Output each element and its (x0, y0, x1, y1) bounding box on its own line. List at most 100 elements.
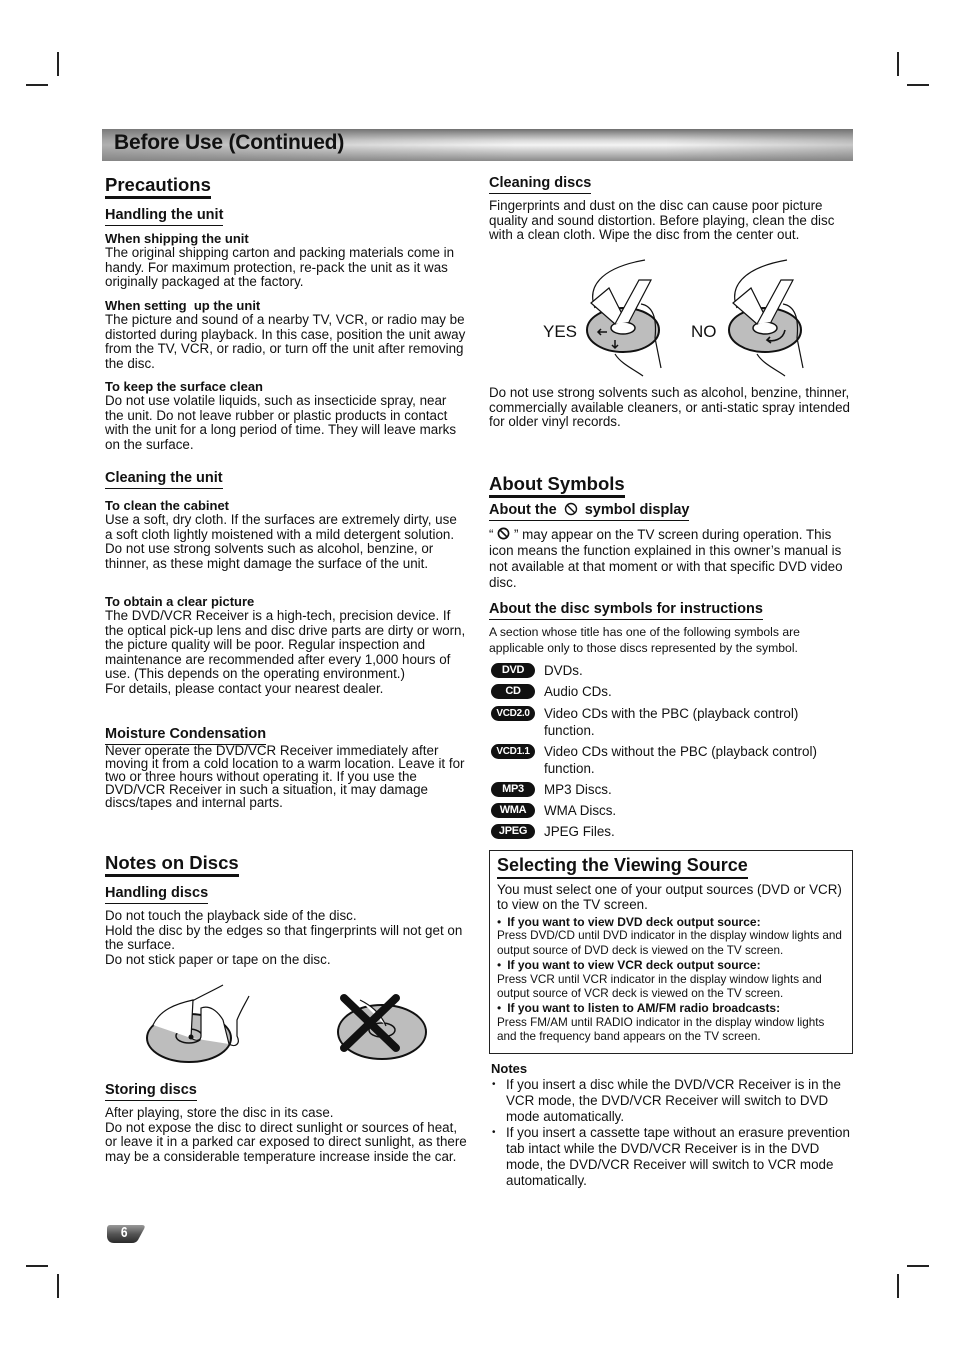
viewing-source-heading: Selecting the Viewing Source (497, 855, 748, 879)
shipping-block: When shipping the unit The original ship… (105, 231, 467, 290)
moisture-text: Never operate the DVD/VCR Receiver immed… (105, 743, 465, 810)
symbol-row-vcd11: VCD1.1 Video CDs without the PBC (playba… (491, 744, 851, 777)
no-touch-disc-icon (337, 994, 427, 1060)
cleaning-unit-heading: Cleaning the unit (105, 470, 223, 489)
handling-discs-text: Do not touch the playback side of the di… (105, 908, 467, 967)
wipe-outward-icon (586, 259, 662, 377)
precautions-heading: Precautions (105, 174, 211, 199)
cd-badge: CD (491, 684, 535, 699)
symbol-display-heading-pre: About the (489, 502, 557, 518)
note-item: If you insert a cassette tape without an… (491, 1125, 851, 1189)
radio-source-heading: If you want to listen to AM/FM radio bro… (507, 1001, 781, 1016)
storing-line: After playing, store the disc in its cas… (105, 1105, 334, 1120)
symbol-display-body: ” may appear on the TV screen during ope… (489, 527, 843, 590)
dvd-badge: DVD (491, 663, 535, 678)
vcd20-badge: VCD2.0 (491, 706, 535, 721)
disc-symbols-intro: A section whose title has one of the fol… (489, 625, 800, 655)
symbol-row-mp3: MP3 MP3 Discs. (491, 782, 612, 798)
yes-label: YES (543, 322, 578, 341)
jpeg-badge: JPEG (491, 824, 535, 839)
crop-mark (897, 1274, 899, 1298)
cabinet-heading: To clean the cabinet (105, 498, 230, 513)
symbol-desc: JPEG Files. (544, 824, 615, 839)
crop-mark (26, 1265, 48, 1267)
symbol-row-wma: WMA WMA Discs. (491, 803, 616, 819)
clear-picture-text: The DVD/VCR Receiver is a high-tech, pre… (105, 608, 466, 681)
cleaning-discs-illustration: YES NO (489, 258, 852, 378)
notes-list: If you insert a disc while the DVD/VCR R… (491, 1077, 851, 1189)
setup-text: The picture and sound of a nearby TV, VC… (105, 312, 466, 371)
crop-mark (897, 52, 899, 76)
dvd-source-heading: If you want to view DVD deck output sour… (507, 915, 761, 929)
storing-line: Do not expose the disc to direct sunligh… (105, 1119, 467, 1164)
symbol-desc: Audio CDs. (544, 684, 612, 699)
disc-handling-illustration (105, 980, 467, 1070)
symbol-row-cd: CD Audio CDs. (491, 684, 612, 700)
note-item: If you insert a disc while the DVD/VCR R… (491, 1077, 851, 1125)
wipe-circular-icon (728, 259, 804, 377)
wma-badge: WMA (491, 803, 535, 818)
section-banner: Before Use (Continued) (102, 129, 853, 161)
setup-block: When setting up the unit The picture and… (105, 298, 467, 371)
viewing-source-box: Selecting the Viewing Source You must se… (489, 850, 853, 1054)
quote-open: “ (489, 527, 494, 542)
vcd11-badge: VCD1.1 (491, 744, 535, 759)
clear-picture-block: To obtain a clear picture The DVD/VCR Re… (105, 594, 467, 696)
crop-mark (57, 1274, 59, 1298)
dvd-source-text: Press DVD/CD until DVD indicator in the … (497, 929, 842, 957)
handling-line: Do not touch the playback side of the di… (105, 908, 357, 923)
crop-mark (907, 1265, 929, 1267)
cleaning-discs-heading: Cleaning discs (489, 175, 592, 194)
storing-discs-text: After playing, store the disc in its cas… (105, 1105, 467, 1164)
prohibited-icon (564, 502, 577, 516)
page-number-badge: 6 (106, 1222, 146, 1244)
viewing-source-item: • If you want to listen to AM/FM radio br… (497, 1001, 846, 1044)
clear-picture-heading: To obtain a clear picture (105, 594, 255, 609)
symbol-display-heading-post: symbol display (584, 502, 690, 518)
shipping-heading: When shipping the unit (105, 231, 249, 246)
page-number: 6 (120, 1224, 128, 1241)
handling-unit-heading: Handling the unit (105, 207, 224, 226)
vcr-source-text: Press VCR until VCR indicator in the dis… (497, 972, 822, 1001)
crop-mark (57, 52, 59, 76)
crop-mark (26, 84, 48, 86)
notes-on-discs-heading: Notes on Discs (105, 852, 239, 877)
surface-heading: To keep the surface clean (105, 379, 263, 394)
cabinet-block: To clean the cabinet Use a soft, dry clo… (105, 498, 467, 571)
handling-line: Do not stick paper or tape on the disc. (105, 951, 331, 967)
viewing-source-item: • If you want to view VCR deck output sou… (497, 958, 846, 1001)
dealer-text: For details, please contact your nearest… (105, 680, 384, 696)
storing-discs-heading: Storing discs (105, 1082, 197, 1101)
page-title: Before Use (Continued) (114, 131, 345, 154)
symbol-desc: Video CDs with the PBC (playback control… (544, 706, 799, 738)
surface-text: Do not use volatile liquids, such as ins… (105, 393, 457, 452)
handling-discs-heading: Handling discs (105, 885, 209, 904)
symbol-row-jpeg: JPEG JPEG Files. (491, 824, 615, 840)
radio-source-text: Press FM/AM until RADIO indicator in the… (497, 1015, 825, 1044)
prohibited-icon (497, 527, 510, 540)
mp3-badge: MP3 (491, 782, 535, 797)
symbol-display-text: “ ” may appear on the TV screen during o… (489, 527, 852, 591)
vcr-source-heading: If you want to view VCR deck output sour… (507, 958, 761, 973)
symbol-desc: MP3 Discs. (544, 782, 612, 797)
notes-heading: Notes (491, 1061, 528, 1076)
surface-block: To keep the surface clean Do not use vol… (105, 379, 467, 452)
symbol-row-dvd: DVD DVDs. (491, 663, 583, 679)
solvents-text: Do not use strong solvents such as alcoh… (489, 385, 850, 429)
about-symbols-heading: About Symbols (489, 473, 625, 498)
symbol-desc: WMA Discs. (544, 803, 617, 818)
no-label: NO (691, 322, 717, 341)
crop-mark (907, 84, 929, 86)
setup-heading: When setting up the unit (105, 298, 261, 313)
cleaning-discs-text: Fingerprints and dust on the disc can ca… (489, 198, 835, 242)
cabinet-text: Use a soft, dry cloth. If the surfaces a… (105, 512, 457, 571)
symbol-display-heading: About the symbol display (489, 502, 690, 521)
notes-section: Notes If you insert a disc while the DVD… (491, 1061, 851, 1189)
shipping-text: The original shipping carton and packing… (105, 245, 455, 289)
symbol-row-vcd20: VCD2.0 Video CDs with the PBC (playback … (491, 706, 851, 739)
symbol-desc: Video CDs without the PBC (playback cont… (544, 744, 817, 776)
symbol-desc: DVDs. (544, 663, 583, 678)
viewing-source-item: • If you want to view DVD deck output sou… (497, 915, 846, 958)
handling-line: Hold the disc by the edges so that finge… (105, 922, 463, 952)
viewing-source-intro: You must select one of your output sourc… (497, 882, 842, 912)
